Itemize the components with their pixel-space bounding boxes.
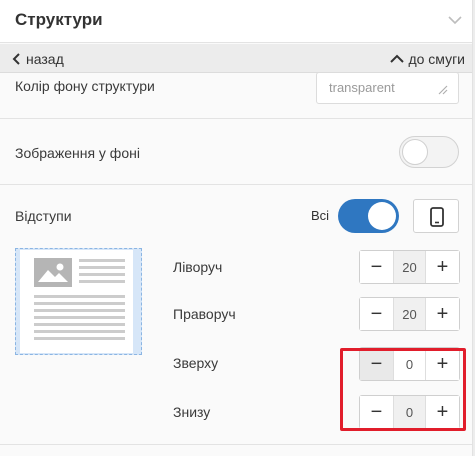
increment-button[interactable]: + [426,251,459,283]
left-spacing-label: Ліворуч [173,259,223,275]
bg-image-label: Зображення у фоні [15,145,140,161]
chevron-down-icon[interactable] [447,12,463,28]
back-button[interactable]: назад [12,50,64,68]
decrement-button[interactable]: − [360,251,393,283]
text-line [34,337,125,340]
all-sides-toggle[interactable] [338,199,399,233]
droplet-icon [438,85,448,95]
back-label: назад [26,51,64,67]
bg-color-input[interactable]: transparent [316,72,459,104]
bg-color-label: Колір фону структури [15,78,155,94]
text-line [34,316,125,319]
mobile-icon [430,207,444,227]
toggle-knob [368,202,396,230]
text-line [34,295,125,298]
spacing-preview [15,248,142,355]
text-line [34,309,125,312]
top-spacing-label: Зверху [173,355,219,371]
right-spacing-value[interactable]: 20 [393,298,426,330]
text-line [79,259,125,262]
chevron-up-icon [390,54,405,63]
right-spacing-stepper: − 20 + [359,297,460,331]
text-line [34,323,125,326]
text-line [79,266,125,269]
bg-image-toggle[interactable] [399,136,459,168]
image-placeholder-icon [34,258,72,287]
preview-content [20,250,133,353]
all-label: Всі [311,208,330,223]
to-stripe-label: до смуги [408,51,465,67]
highlight-box [340,348,466,431]
nav-bar: назад до смуги [0,44,472,73]
left-spacing-stepper: − 20 + [359,250,460,284]
text-line [79,280,125,283]
text-line [34,302,125,305]
right-spacing-label: Праворуч [173,306,236,322]
panel-header[interactable]: Структури [0,0,472,43]
chevron-left-icon [12,53,20,65]
to-stripe-button[interactable]: до смуги [390,50,465,68]
decrement-button[interactable]: − [360,298,393,330]
spacing-label: Відступи [15,208,72,224]
toggle-knob [402,139,428,165]
text-line [79,273,125,276]
left-spacing-value[interactable]: 20 [393,251,426,283]
bg-color-value: transparent [329,80,395,95]
structure-settings-panel: Структури назад до смуги Колір фону стру… [0,0,473,456]
bottom-spacing-label: Знизу [173,404,211,420]
text-line [34,330,125,333]
panel-title: Структури [15,10,103,29]
mobile-view-button[interactable] [413,199,459,233]
increment-button[interactable]: + [426,298,459,330]
